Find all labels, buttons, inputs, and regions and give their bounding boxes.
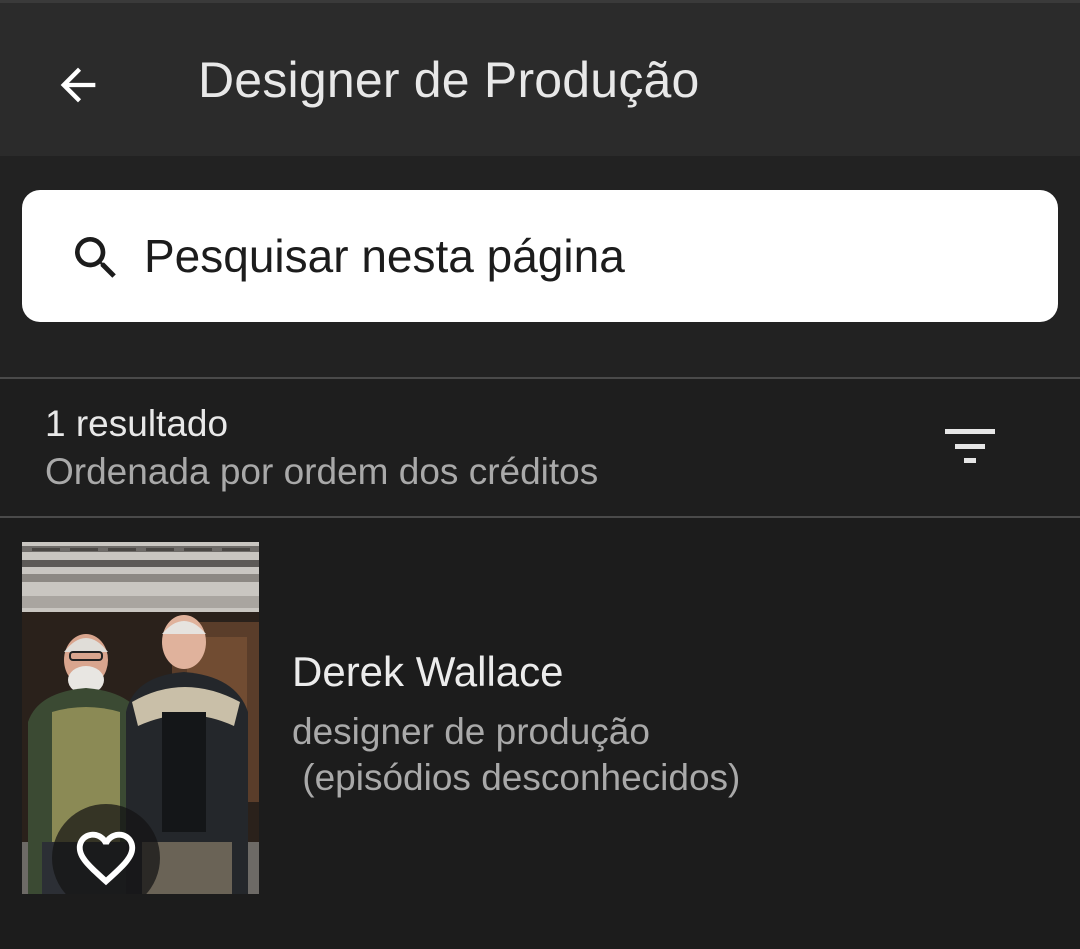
person-name: Derek Wallace [292, 648, 564, 695]
person-photo [22, 542, 259, 894]
sort-order-label: Ordenada por ordem dos créditos [45, 451, 599, 492]
search-box[interactable] [22, 190, 1058, 322]
filter-button[interactable] [930, 415, 1010, 479]
search-icon [75, 237, 116, 278]
filter-sort-icon [945, 429, 995, 463]
top-app-bar: Designer de Produção [0, 0, 1080, 156]
list-item[interactable]: Derek Wallace designer de produção (epis… [0, 518, 1080, 949]
search-section [0, 156, 1080, 377]
page-title: Designer de Produção [198, 52, 700, 108]
credit-role: designer de produção [292, 711, 650, 752]
app-screen: Designer de Produção 1 resultado Ordenad… [0, 0, 1080, 949]
results-header: 1 resultado Ordenada por ordem dos crédi… [0, 379, 1080, 516]
back-button[interactable] [36, 43, 120, 127]
heart-outline-icon [76, 831, 136, 886]
results-count: 1 resultado [45, 403, 229, 444]
arrow-left-icon [60, 67, 96, 103]
credit-episodes: (episódios desconhecidos) [292, 757, 741, 798]
search-input[interactable] [144, 190, 1024, 322]
